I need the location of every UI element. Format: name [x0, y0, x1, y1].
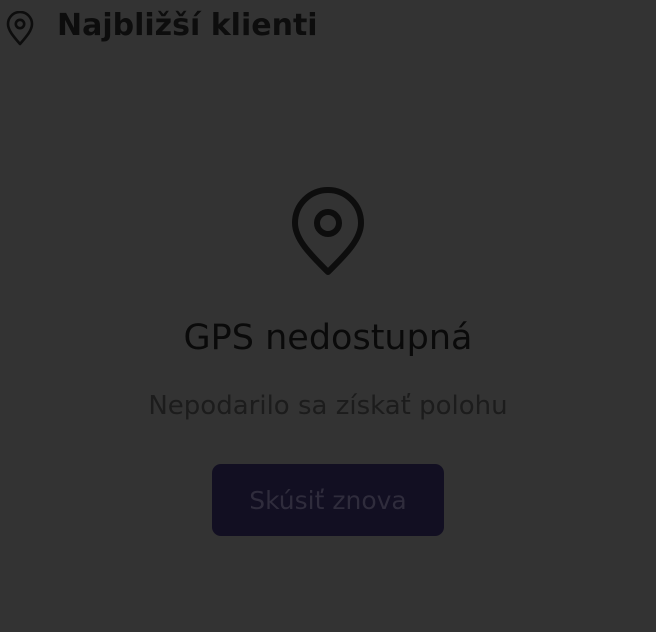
gps-unavailable-title: GPS nedostupná [183, 318, 473, 358]
gps-unavailable-state: GPS nedostupná Nepodarilo sa získať polo… [0, 0, 656, 632]
map-pin-icon [292, 187, 364, 275]
gps-unavailable-message: Nepodarilo sa získať polohu [148, 391, 508, 421]
retry-button[interactable]: Skúsiť znova [212, 464, 444, 536]
nearest-clients-screen: Najbližší klienti GPS nedostupná Nepodar… [0, 0, 656, 632]
